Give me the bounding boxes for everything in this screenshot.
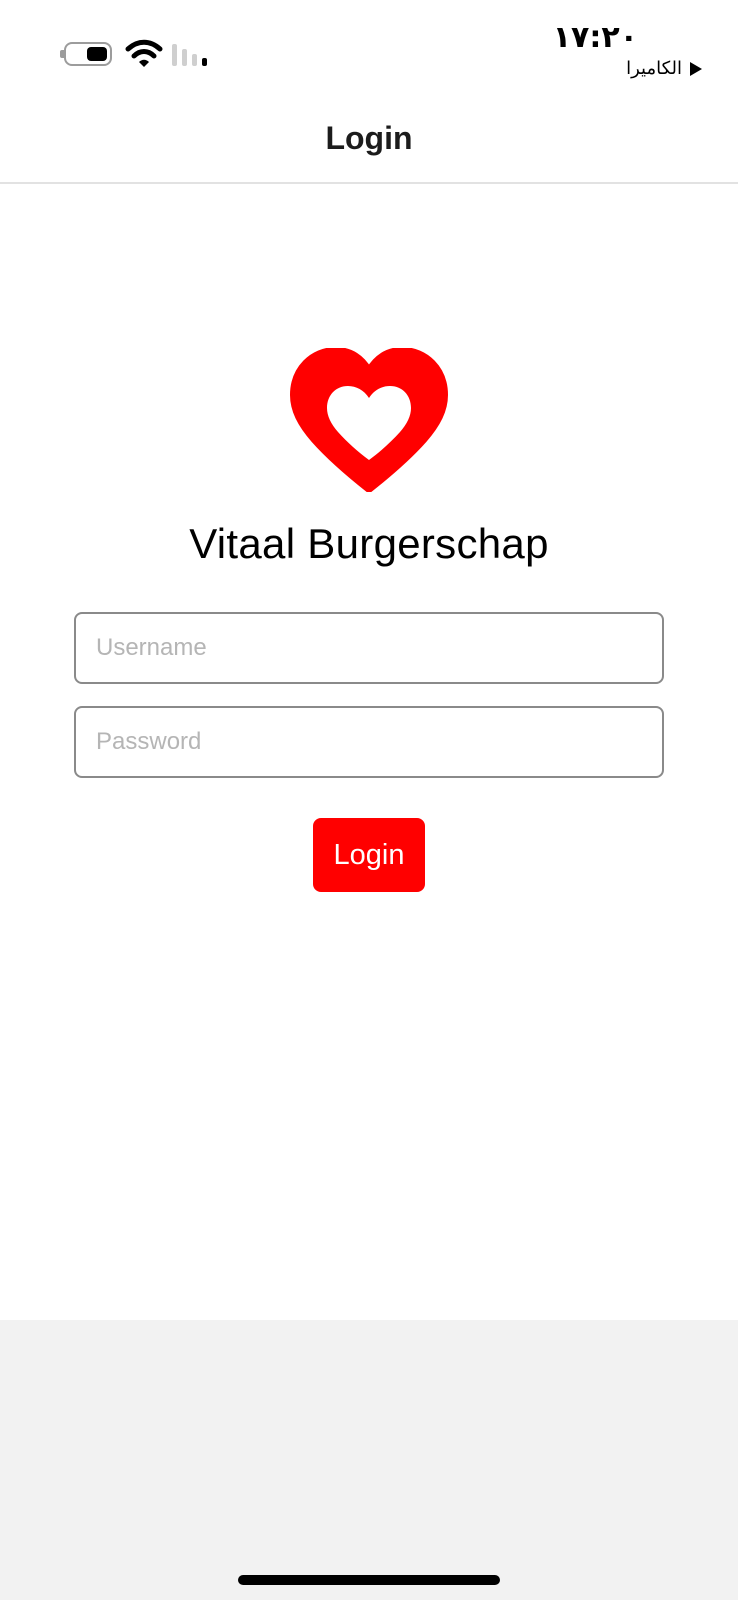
play-icon [690, 61, 702, 76]
page-title: Login [325, 119, 413, 156]
login-content: Vitaal Burgerschap Login [0, 184, 738, 1320]
camera-label: الكاميرا [626, 58, 682, 79]
status-time: ١٧:٢٠ [552, 20, 638, 55]
login-button[interactable]: Login [313, 818, 425, 892]
camera-indicator: الكاميرا [626, 58, 702, 79]
password-input[interactable] [74, 706, 664, 778]
login-screen: ١٧:٢٠ الكاميرا Login Vitaal Burgerschap … [0, 0, 738, 1600]
cellular-signal-icon [172, 44, 207, 66]
navigation-bar: Login [0, 100, 738, 184]
heart-icon [290, 348, 448, 492]
username-input[interactable] [74, 612, 664, 684]
home-indicator[interactable] [238, 1575, 500, 1585]
app-title: Vitaal Burgerschap [189, 520, 549, 567]
battery-fill [87, 47, 107, 61]
bottom-safe-area [0, 1320, 738, 1600]
status-bar: ١٧:٢٠ الكاميرا [0, 0, 738, 100]
wifi-icon [125, 39, 163, 67]
battery-icon [64, 42, 112, 66]
